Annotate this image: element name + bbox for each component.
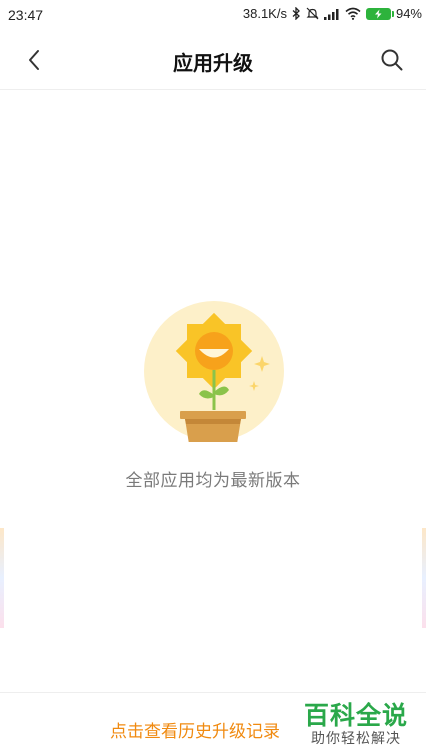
network-speed: 38.1K/s <box>242 6 287 21</box>
app-header: 应用升级 <box>0 30 426 90</box>
watermark-subtitle: 助你轻松解决 <box>311 731 401 747</box>
status-icons: 38.1K/s 94% <box>243 6 422 21</box>
battery-charging-icon <box>365 7 394 20</box>
signal-icon <box>323 8 340 20</box>
bluetooth-icon <box>292 7 301 20</box>
search-icon <box>381 49 403 71</box>
status-time: 23:47 <box>8 7 44 23</box>
watermark-title: 百科全说 <box>303 701 408 730</box>
status-bar: 23:47 38.1K/s 94% <box>0 0 426 30</box>
sunflower-pot-icon <box>144 301 284 442</box>
mute-icon <box>306 7 319 20</box>
search-button[interactable] <box>376 44 408 76</box>
edge-decoration-left <box>0 528 4 628</box>
edge-decoration-right <box>422 528 426 628</box>
watermark: 百科全说 助你轻松解决 <box>300 694 412 752</box>
wifi-icon <box>345 7 361 20</box>
page-title: 应用升级 <box>173 51 253 75</box>
empty-message: 全部应用均为最新版本 <box>125 471 301 491</box>
battery-percent: 94% <box>395 6 422 21</box>
